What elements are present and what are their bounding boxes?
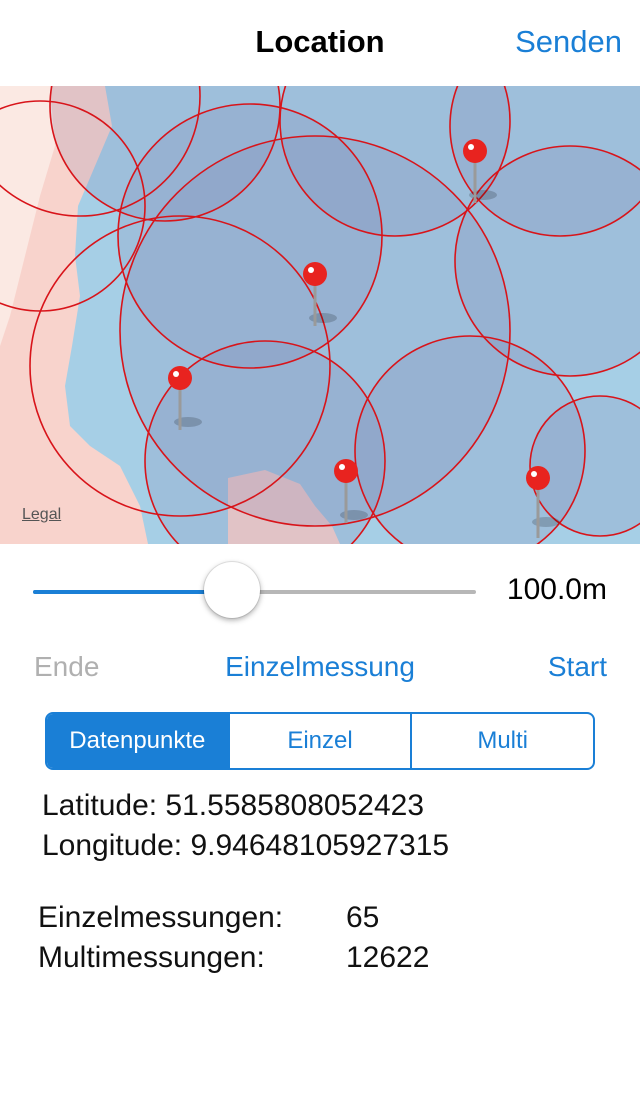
navigation-bar: Location Senden	[0, 0, 640, 86]
start-button[interactable]: Start	[548, 651, 607, 683]
slider-thumb[interactable]	[204, 562, 261, 618]
segment-einzel[interactable]: Einzel	[230, 714, 413, 768]
einzel-count-value: 65	[346, 901, 380, 934]
latitude-text: Latitude: 51.5585808052423	[42, 789, 425, 822]
coordinates-block: Latitude: 51.5585808052423 Longitude: 9.…	[42, 786, 449, 866]
multi-count-label: Multimessungen:	[38, 941, 265, 974]
map-canvas	[0, 86, 640, 544]
slider-value-label: 100.0m	[506, 573, 607, 606]
stats-block: Einzelmessungen: 65 Multimessungen: 1262…	[38, 898, 558, 978]
stat-row-einzel: Einzelmessungen: 65	[38, 898, 558, 938]
segmented-control: Datenpunkte Einzel Multi	[45, 712, 595, 770]
radius-slider[interactable]: 100.0m	[0, 548, 640, 632]
legal-link[interactable]: Legal	[22, 506, 61, 524]
multi-count-value: 12622	[346, 941, 430, 974]
action-row: Ende Einzelmessung Start	[0, 645, 640, 691]
slider-track-fill	[33, 590, 233, 594]
map-view[interactable]: Legal	[0, 86, 640, 544]
longitude-text: Longitude: 9.94648105927315	[42, 829, 450, 862]
stat-row-multi: Multimessungen: 12622	[38, 938, 558, 978]
send-button[interactable]: Senden	[515, 24, 622, 60]
segment-datenpunkte[interactable]: Datenpunkte	[47, 714, 230, 768]
einzel-count-label: Einzelmessungen:	[38, 901, 284, 934]
segment-multi[interactable]: Multi	[412, 714, 593, 768]
mode-button[interactable]: Einzelmessung	[0, 651, 640, 683]
